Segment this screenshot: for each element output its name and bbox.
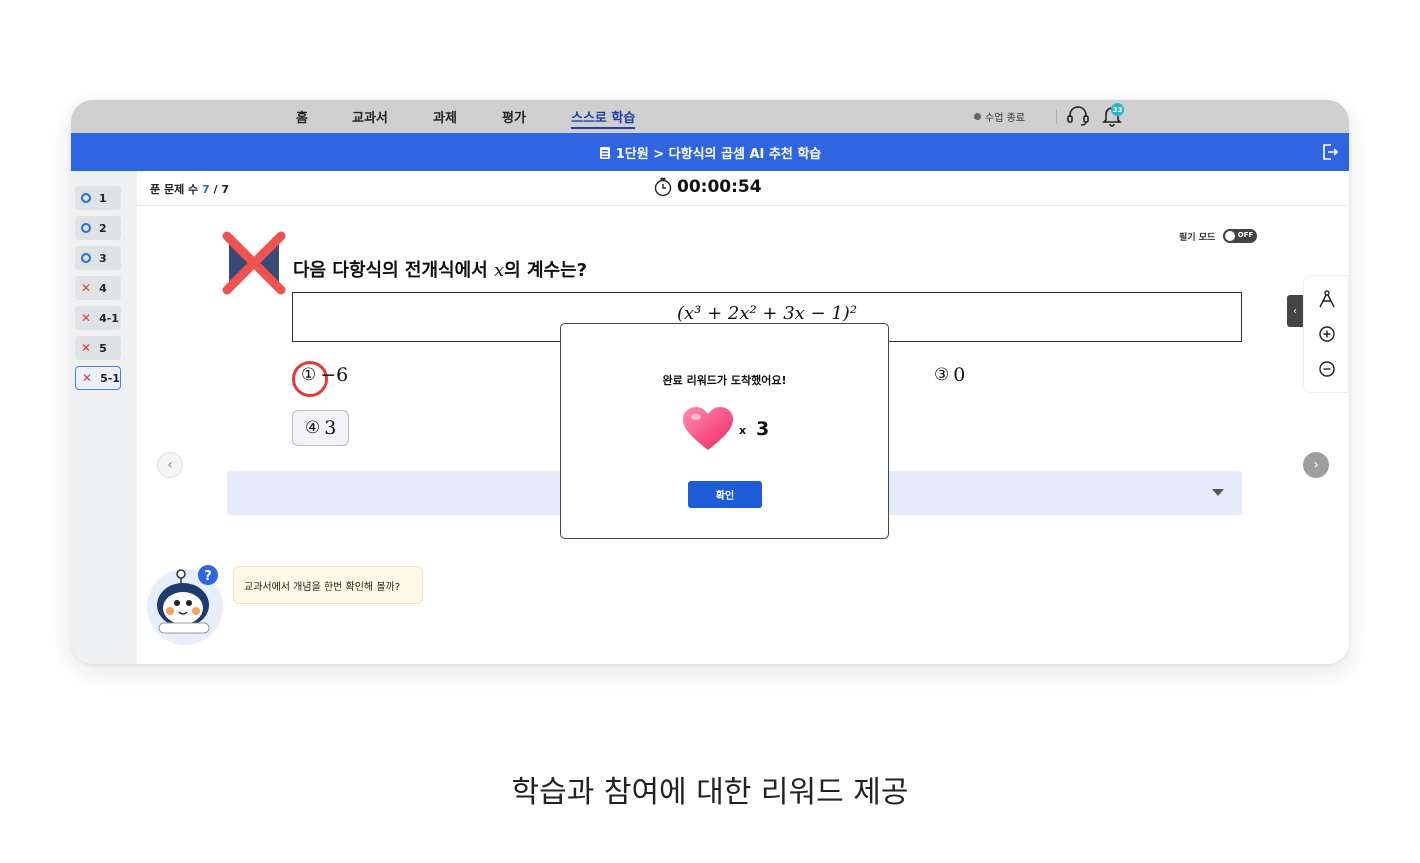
confirm-button[interactable]: 확인 <box>688 481 762 508</box>
lesson-header: 1단원 > 다항식의 곱셈 AI 추천 학습 <box>71 133 1349 171</box>
exit-icon[interactable] <box>1321 143 1339 161</box>
question-label: 5-1 <box>100 371 120 385</box>
document-icon <box>599 146 610 159</box>
zoom-out-icon <box>1319 361 1335 377</box>
writing-mode-label: 필기 모드 <box>1179 232 1216 243</box>
zoom-in-button[interactable] <box>1316 323 1338 345</box>
question-label: 1 <box>99 191 107 205</box>
toolbox <box>1303 275 1349 393</box>
question-item-4[interactable]: ✕ 4 <box>75 276 121 300</box>
top-nav: 홈 교과서 과제 평가 스스로 학습 수업 종료 33 <box>71 100 1349 133</box>
solved-label: 푼 문제 수 <box>150 183 199 196</box>
breadcrumb-text: 1단원 > 다항식의 곱셈 AI 추천 학습 <box>615 147 822 162</box>
reward-modal: 완료 리워드가 도착했어요! x 3 확인 <box>560 323 889 539</box>
chevron-down-icon <box>1212 489 1224 496</box>
question-label: 4 <box>99 281 107 295</box>
headset-icon[interactable] <box>1066 105 1090 127</box>
choice-value: 3 <box>324 417 337 439</box>
chevron-left-icon: ‹ <box>1293 305 1297 317</box>
question-text-before: 다음 다항식의 전개식에서 <box>293 260 488 281</box>
hint-bubble-text: 교과서에서 개념을 한번 확인해 볼까? <box>244 581 401 593</box>
robot-helper-icon[interactable]: ? <box>145 563 229 647</box>
next-question-button[interactable]: › <box>1303 452 1329 478</box>
question-item-2[interactable]: 2 <box>75 216 121 240</box>
question-item-3[interactable]: 3 <box>75 246 121 270</box>
solved-total: / 7 <box>213 183 229 196</box>
nav-evaluation[interactable]: 평가 <box>502 107 526 126</box>
end-class-label: 수업 종료 <box>985 113 1025 124</box>
nav-divider <box>1056 109 1057 124</box>
chevron-right-icon: › <box>1313 457 1319 473</box>
end-class-button[interactable]: 수업 종료 <box>974 109 1025 124</box>
question-text: 다음 다항식의 전개식에서 x의 계수는? <box>293 256 587 282</box>
hint-bubble: 교과서에서 개념을 한번 확인해 볼까? <box>233 566 423 604</box>
choice-1[interactable]: ① −6 <box>301 364 348 386</box>
correct-icon <box>81 223 91 233</box>
zoom-out-button[interactable] <box>1316 358 1338 380</box>
caption: 학습과 참여에 대한 리워드 제공 <box>511 775 909 810</box>
solved-count: 푼 문제 수 7 / 7 <box>150 181 229 197</box>
writing-mode-toggle[interactable]: OFF <box>1223 229 1258 243</box>
question-item-1[interactable]: 1 <box>75 186 121 210</box>
timer: 00:00:54 <box>654 177 762 197</box>
prev-question-button[interactable]: ‹ <box>157 452 183 478</box>
question-item-4-1[interactable]: ✕ 4-1 <box>75 306 121 330</box>
choice-4[interactable]: ④ 3 <box>292 410 350 446</box>
correct-icon <box>81 193 91 203</box>
question-label: 5 <box>99 341 107 355</box>
svg-text:?: ? <box>204 569 212 584</box>
breadcrumb: 1단원 > 다항식의 곱셈 AI 추천 학습 <box>71 143 1349 162</box>
choice-mark: ① <box>301 365 317 385</box>
zoom-in-icon <box>1319 326 1335 342</box>
question-variable: x <box>493 260 505 281</box>
toggle-state: OFF <box>1237 231 1254 239</box>
nav-textbook[interactable]: 교과서 <box>352 107 388 126</box>
chevron-left-icon: ‹ <box>167 457 173 473</box>
wrong-icon: ✕ <box>82 371 93 385</box>
correct-icon <box>81 253 91 263</box>
nav-assignment[interactable]: 과제 <box>433 107 457 126</box>
solved-number: 7 <box>201 183 210 196</box>
timer-value: 00:00:54 <box>677 177 762 197</box>
question-label: 2 <box>99 221 107 235</box>
status-dot-icon <box>974 113 981 120</box>
question-label: 3 <box>99 251 107 265</box>
choice-mark: ③ <box>934 365 950 385</box>
wrong-answer-mark-icon <box>222 231 286 295</box>
stopwatch-icon <box>654 177 672 197</box>
reward-multiplier: x <box>739 424 747 437</box>
question-list: 1 2 3 ✕ 4 ✕ 4-1 ✕ 5 ✕ 5-1 <box>71 171 137 664</box>
wrong-icon: ✕ <box>81 341 92 355</box>
writing-mode: 필기 모드 OFF <box>1179 229 1258 243</box>
wrong-icon: ✕ <box>81 281 92 295</box>
question-label: 4-1 <box>99 311 119 325</box>
heart-icon <box>683 407 733 450</box>
choice-3[interactable]: ③ 0 <box>934 364 965 386</box>
divider <box>137 205 1349 206</box>
nav-self-study[interactable]: 스스로 학습 <box>571 107 636 129</box>
toggle-knob <box>1225 231 1236 241</box>
toolbox-collapse-tab[interactable]: ‹ <box>1287 295 1303 327</box>
notification-badge: 33 <box>1111 103 1124 116</box>
choice-value: 0 <box>953 364 966 386</box>
wrong-icon: ✕ <box>81 311 92 325</box>
nav-home[interactable]: 홈 <box>296 107 308 126</box>
compass-icon <box>1319 290 1335 308</box>
compass-tool[interactable] <box>1316 288 1338 310</box>
modal-title: 완료 리워드가 도착했어요! <box>662 374 787 387</box>
choice-value: −6 <box>320 364 349 386</box>
question-text-after: 의 계수는? <box>504 260 588 281</box>
question-item-5-1[interactable]: ✕ 5-1 <box>75 366 121 390</box>
reward-count: 3 <box>756 418 770 440</box>
choice-mark: ④ <box>305 418 321 438</box>
question-item-5[interactable]: ✕ 5 <box>75 336 121 360</box>
